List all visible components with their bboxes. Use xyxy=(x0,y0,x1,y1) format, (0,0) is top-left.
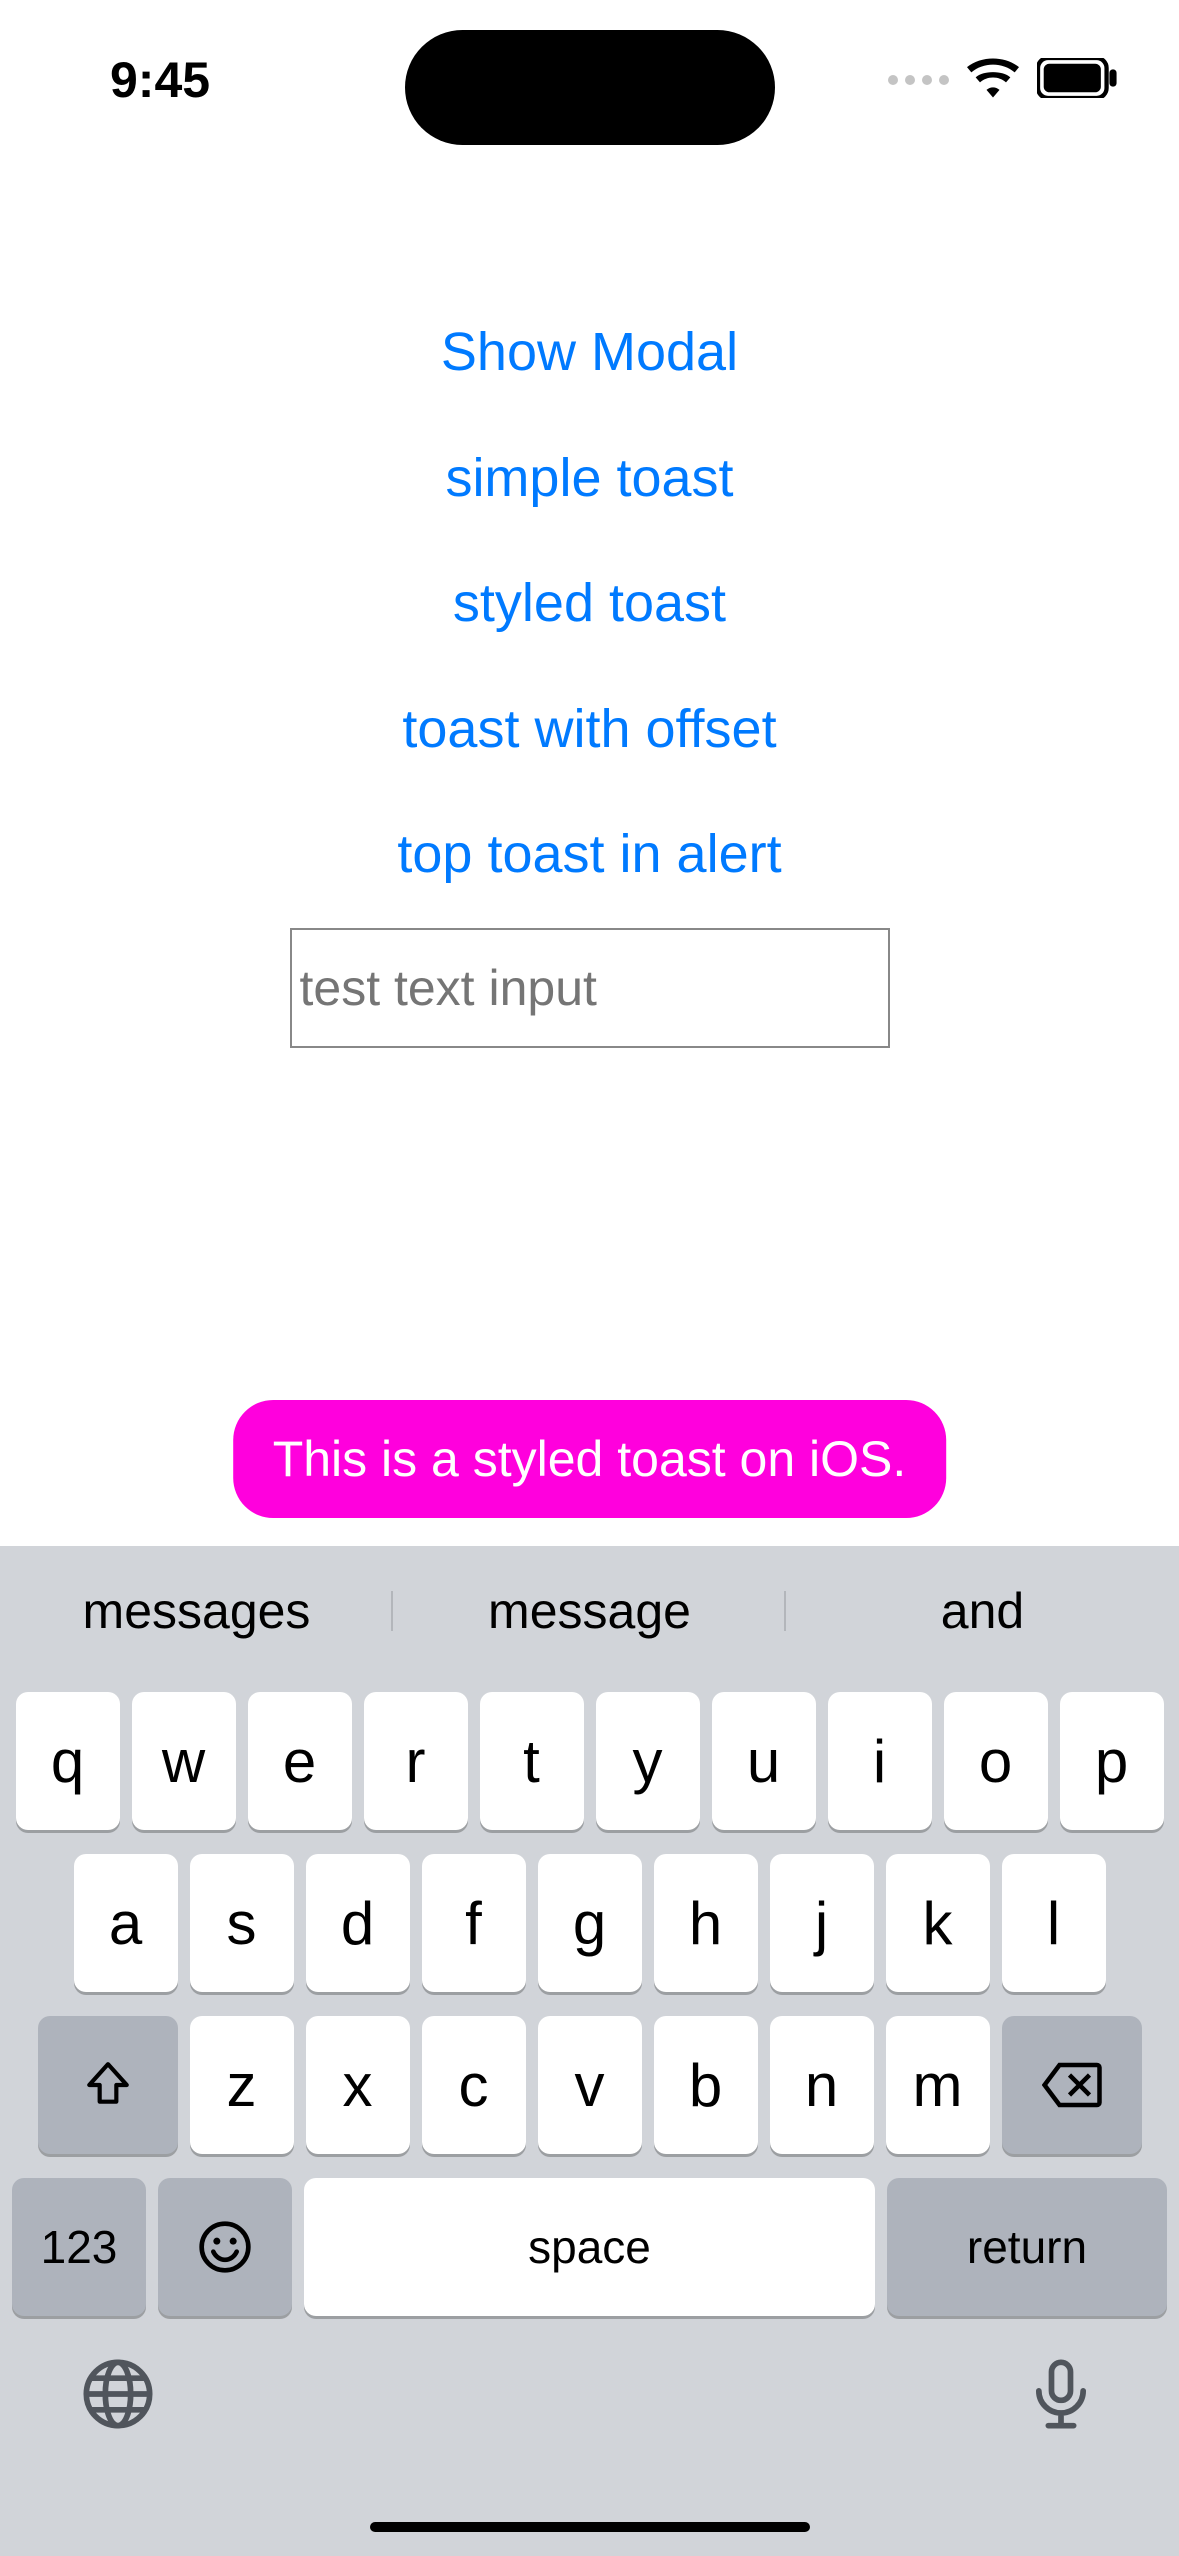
suggestion-bar: messages message and xyxy=(0,1546,1179,1676)
battery-icon xyxy=(1037,58,1119,103)
key-b[interactable]: b xyxy=(654,2016,758,2154)
styled-toast-button[interactable]: styled toast xyxy=(453,541,726,667)
globe-icon[interactable] xyxy=(80,2356,156,2437)
key-row-3: z x c v b n m xyxy=(10,2016,1169,2154)
suggestion-1[interactable]: messages xyxy=(0,1582,393,1640)
dynamic-island xyxy=(405,30,775,145)
key-j[interactable]: j xyxy=(770,1854,874,1992)
key-row-2: a s d f g h j k l xyxy=(10,1854,1169,1992)
shift-key[interactable] xyxy=(38,2016,178,2154)
toast-offset-button[interactable]: toast with offset xyxy=(402,667,776,793)
suggestion-2[interactable]: message xyxy=(393,1582,786,1640)
key-m[interactable]: m xyxy=(886,2016,990,2154)
status-indicators xyxy=(888,58,1119,103)
status-time: 9:45 xyxy=(110,51,210,109)
key-c[interactable]: c xyxy=(422,2016,526,2154)
numeric-key[interactable]: 123 xyxy=(12,2178,146,2316)
key-y[interactable]: y xyxy=(596,1692,700,1830)
space-key[interactable]: space xyxy=(304,2178,875,2316)
key-o[interactable]: o xyxy=(944,1692,1048,1830)
wifi-icon xyxy=(967,58,1019,103)
status-bar: 9:45 xyxy=(0,0,1179,160)
key-v[interactable]: v xyxy=(538,2016,642,2154)
test-text-input[interactable] xyxy=(290,928,890,1048)
key-u[interactable]: u xyxy=(712,1692,816,1830)
key-g[interactable]: g xyxy=(538,1854,642,1992)
mic-icon[interactable] xyxy=(1023,2356,1099,2437)
suggestion-3[interactable]: and xyxy=(786,1582,1179,1640)
key-d[interactable]: d xyxy=(306,1854,410,1992)
key-r[interactable]: r xyxy=(364,1692,468,1830)
key-i[interactable]: i xyxy=(828,1692,932,1830)
emoji-key[interactable] xyxy=(158,2178,292,2316)
key-t[interactable]: t xyxy=(480,1692,584,1830)
top-toast-button[interactable]: top toast in alert xyxy=(397,792,781,918)
key-q[interactable]: q xyxy=(16,1692,120,1830)
key-row-4: 123 space return xyxy=(10,2178,1169,2316)
key-k[interactable]: k xyxy=(886,1854,990,1992)
toast-message: This is a styled toast on iOS. xyxy=(233,1400,947,1518)
main-content: Show Modal simple toast styled toast toa… xyxy=(0,290,1179,1048)
key-x[interactable]: x xyxy=(306,2016,410,2154)
key-n[interactable]: n xyxy=(770,2016,874,2154)
return-key[interactable]: return xyxy=(887,2178,1167,2316)
key-e[interactable]: e xyxy=(248,1692,352,1830)
backspace-key[interactable] xyxy=(1002,2016,1142,2154)
show-modal-button[interactable]: Show Modal xyxy=(441,290,738,416)
key-z[interactable]: z xyxy=(190,2016,294,2154)
key-a[interactable]: a xyxy=(74,1854,178,1992)
keyboard-footer xyxy=(0,2316,1179,2556)
key-row-1: q w e r t y u i o p xyxy=(10,1692,1169,1830)
key-h[interactable]: h xyxy=(654,1854,758,1992)
keyboard: messages message and q w e r t y u i o p… xyxy=(0,1546,1179,2556)
key-w[interactable]: w xyxy=(132,1692,236,1830)
key-s[interactable]: s xyxy=(190,1854,294,1992)
home-indicator[interactable] xyxy=(370,2522,810,2532)
key-p[interactable]: p xyxy=(1060,1692,1164,1830)
key-l[interactable]: l xyxy=(1002,1854,1106,1992)
simple-toast-button[interactable]: simple toast xyxy=(445,416,733,542)
key-f[interactable]: f xyxy=(422,1854,526,1992)
cellular-icon xyxy=(888,75,949,85)
